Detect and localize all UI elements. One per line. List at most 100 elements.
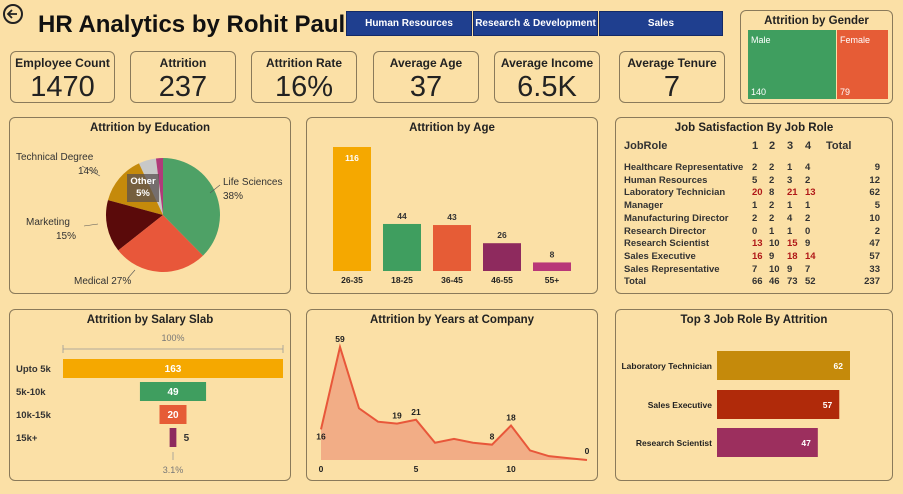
panel-title: Attrition by Gender xyxy=(764,15,869,27)
years-data-label: 18 xyxy=(506,413,516,423)
label-technical-pct: 14% xyxy=(78,166,98,177)
table-cell: 15 xyxy=(787,238,798,250)
funnel-bottom-pct: 3.1% xyxy=(163,465,184,475)
salary-category-label: 10k-15k xyxy=(16,410,52,421)
table-cell: 2 xyxy=(769,200,775,212)
years-data-label: 0 xyxy=(585,446,590,456)
age-bar-value: 43 xyxy=(447,212,457,222)
years-x-tick: 0 xyxy=(319,464,324,474)
gender-female-tile[interactable]: Female 79 xyxy=(837,30,888,99)
age-bar[interactable] xyxy=(533,262,571,271)
kpi-average-age: Average Age 37 xyxy=(373,51,479,103)
age-bar-value: 44 xyxy=(397,211,407,221)
top3-bar-chart[interactable]: 62 Laboratory Technician 57 Sales Executive… xyxy=(616,310,892,480)
salary-category-label: Upto 5k xyxy=(16,364,52,375)
age-bar[interactable] xyxy=(483,243,521,271)
kpi-value: 37 xyxy=(409,71,443,103)
years-data-label: 21 xyxy=(411,407,421,417)
kpi-label: Attrition xyxy=(159,56,207,70)
back-arrow-icon[interactable] xyxy=(3,4,23,24)
table-cell: 62 xyxy=(869,187,880,199)
table-row-label: Healthcare Representative xyxy=(624,162,744,173)
table-cell: 0 xyxy=(805,225,811,237)
table-row-label: Manufacturing Director xyxy=(624,212,729,224)
top3-category-label: Research Scientist xyxy=(636,438,712,448)
table-row-label: Sales Executive xyxy=(624,250,696,262)
gender-female-value: 79 xyxy=(840,87,851,97)
gender-male-value: 140 xyxy=(751,87,767,97)
kpi-label: Employee Count xyxy=(15,56,110,70)
leader-medical xyxy=(127,269,136,279)
years-data-label: 8 xyxy=(490,432,495,442)
salary-bar[interactable] xyxy=(169,428,177,447)
table-cell: 3 xyxy=(787,174,793,186)
table-cell: 66 xyxy=(752,276,763,288)
gender-female-label: Female xyxy=(840,35,871,45)
years-area-chart[interactable]: 16 59 19 21 8 18 0 0 5 10 xyxy=(307,310,597,480)
kpi-value: 6.5K xyxy=(517,71,577,103)
label-medical: Medical 27% xyxy=(74,276,131,287)
table-cell: 10 xyxy=(769,263,780,275)
age-bar-value: 26 xyxy=(497,230,507,240)
age-bar[interactable] xyxy=(433,225,471,271)
top3-bar-value: 47 xyxy=(801,438,811,448)
table-row-label: Research Director xyxy=(624,225,706,237)
table-cell: 9 xyxy=(805,238,811,250)
top3-bar[interactable] xyxy=(717,390,840,419)
top3-bar-value: 57 xyxy=(823,400,833,410)
table-cell: 5 xyxy=(752,174,758,186)
salary-category-label: 15k+ xyxy=(16,433,38,444)
table-cell: 0 xyxy=(752,225,758,237)
table-cell: 16 xyxy=(752,250,763,262)
table-cell: 47 xyxy=(869,238,880,250)
table-cell: 1 xyxy=(805,200,811,212)
gender-male-tile[interactable]: Male 140 xyxy=(748,30,836,99)
label-technical: Technical Degree xyxy=(16,152,94,163)
years-data-label: 19 xyxy=(392,411,402,421)
table-cell: 4 xyxy=(805,162,811,173)
table-row-label: Research Scientist xyxy=(624,238,710,250)
kpi-attrition: Attrition 237 xyxy=(130,51,236,103)
table-header: 3 xyxy=(787,140,794,152)
table-row-label: Human Resources xyxy=(624,174,708,186)
age-category-label: 26-35 xyxy=(341,275,363,285)
education-pie-chart[interactable]: Technical Degree 14% Life Sciences 38% M… xyxy=(10,118,290,293)
age-bar[interactable] xyxy=(383,223,421,271)
table-cell: 13 xyxy=(752,238,763,250)
panel-title: Job Satisfaction By Job Role xyxy=(674,122,834,134)
tab-human-resources[interactable]: Human Resources xyxy=(346,11,472,36)
salary-bar-value: 20 xyxy=(167,410,179,421)
top3-bar[interactable] xyxy=(717,351,850,380)
salary-funnel-chart[interactable]: 100% 3.1% 163 Upto 5k 49 5k-10k 20 10k-15k 5 15… xyxy=(10,310,290,480)
gender-male-label: Male xyxy=(751,35,771,45)
table-cell: 2 xyxy=(805,212,811,224)
label-life-pct: 38% xyxy=(223,191,243,202)
age-bar-chart[interactable]: 116 26-35 44 18-25 43 36-45 26 46-55 8 55+ xyxy=(307,118,597,293)
table-cell: 1 xyxy=(769,225,775,237)
table-cell: 2 xyxy=(769,212,775,224)
age-bar[interactable] xyxy=(333,147,371,271)
other-tooltip: Other 5% xyxy=(127,174,159,202)
table-cell: 2 xyxy=(752,212,758,224)
table-cell: 237 xyxy=(864,276,880,288)
tab-research-development[interactable]: Research & Development xyxy=(473,11,598,36)
kpi-label: Average Income xyxy=(500,56,594,70)
age-category-label: 46-55 xyxy=(491,275,513,285)
table-cell: 1 xyxy=(787,200,793,212)
table-cell: 2 xyxy=(769,174,775,186)
table-cell: 2 xyxy=(752,162,758,173)
other-pct: 5% xyxy=(136,188,150,199)
tab-sales[interactable]: Sales xyxy=(599,11,723,36)
table-cell: 9 xyxy=(769,250,775,262)
table-cell: 7 xyxy=(752,263,758,275)
salary-bar-value: 163 xyxy=(165,364,182,375)
table-cell: 7 xyxy=(805,263,811,275)
age-panel: Attrition by Age 116 26-35 44 18-25 43 36-45 2… xyxy=(306,117,598,294)
funnel-top-pct: 100% xyxy=(161,333,184,343)
top3-bar-value: 62 xyxy=(834,361,844,371)
kpi-label: Attrition Rate xyxy=(266,56,342,70)
table-row-label: Laboratory Technician xyxy=(624,187,726,199)
age-bar-value: 116 xyxy=(345,153,359,163)
table-cell: 18 xyxy=(787,250,798,262)
years-x-tick: 10 xyxy=(506,464,516,474)
